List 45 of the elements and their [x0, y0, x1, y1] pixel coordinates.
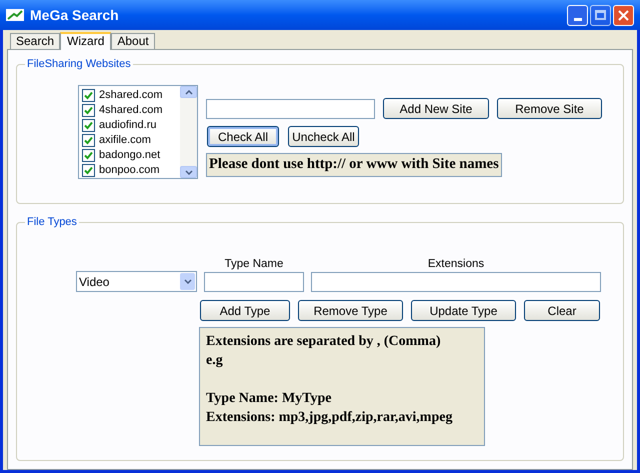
- checkbox[interactable]: [82, 164, 95, 177]
- tab[interactable]: Wizard: [60, 32, 112, 50]
- site-name: 4shared.com: [99, 104, 163, 117]
- close-button[interactable]: [613, 4, 634, 26]
- app-icon: [6, 9, 24, 21]
- site-name: axifile.com: [99, 134, 151, 147]
- help-text: Type Name: MyType: [206, 390, 332, 408]
- checkbox[interactable]: [82, 104, 95, 117]
- help-text: Extensions are separated by , (Comma): [206, 333, 442, 351]
- type-button[interactable]: Add Type: [200, 300, 290, 321]
- checkbox[interactable]: [82, 89, 95, 102]
- extensions-field[interactable]: [311, 272, 601, 292]
- site-name-note: Please dont use http:// or www with Site names: [206, 153, 502, 177]
- tab[interactable]: Search: [10, 33, 60, 49]
- site-name: 2shared.com: [99, 89, 163, 102]
- type-select[interactable]: Video: [76, 271, 197, 292]
- help-text: Extensions: mp3,jpg,pdf,zip,rar,avi,mpeg: [206, 409, 454, 427]
- help-text: e.g: [206, 352, 224, 370]
- add-site-button[interactable]: Add New Site: [383, 98, 489, 119]
- checkbox[interactable]: [82, 149, 95, 162]
- type-button[interactable]: Remove Type: [298, 300, 403, 321]
- field-label: Type Name: [224, 257, 284, 271]
- maximize-button[interactable]: [590, 4, 611, 26]
- site-name: bonpoo.com: [99, 164, 160, 177]
- dropdown-icon: [184, 279, 192, 284]
- checkbox[interactable]: [82, 119, 95, 132]
- group-title: File Types: [25, 215, 79, 229]
- site-list[interactable]: 2shared.com 4shared.com audiofind.ru axifile.com badongo.net bonpoo.com: [78, 85, 198, 179]
- type-button[interactable]: Clear: [524, 300, 600, 321]
- site-name: audiofind.ru: [99, 119, 156, 132]
- type-button[interactable]: Update Type: [411, 300, 516, 321]
- site-name-field[interactable]: [206, 98, 375, 118]
- window-title: MeGa Search: [30, 6, 119, 24]
- close-icon: [618, 10, 629, 20]
- check-button[interactable]: Uncheck All: [288, 126, 359, 147]
- type-name-field[interactable]: [204, 272, 304, 292]
- minimize-button[interactable]: [567, 4, 588, 26]
- site-name: badongo.net: [99, 149, 160, 162]
- scrollbar[interactable]: [180, 86, 197, 178]
- remove-site-button[interactable]: Remove Site: [497, 98, 602, 119]
- check-button[interactable]: Check All: [207, 126, 279, 147]
- tab[interactable]: About: [111, 33, 155, 49]
- group-title: FileSharing Websites: [25, 57, 133, 71]
- checkbox[interactable]: [82, 134, 95, 147]
- field-label: Extensions: [428, 257, 484, 271]
